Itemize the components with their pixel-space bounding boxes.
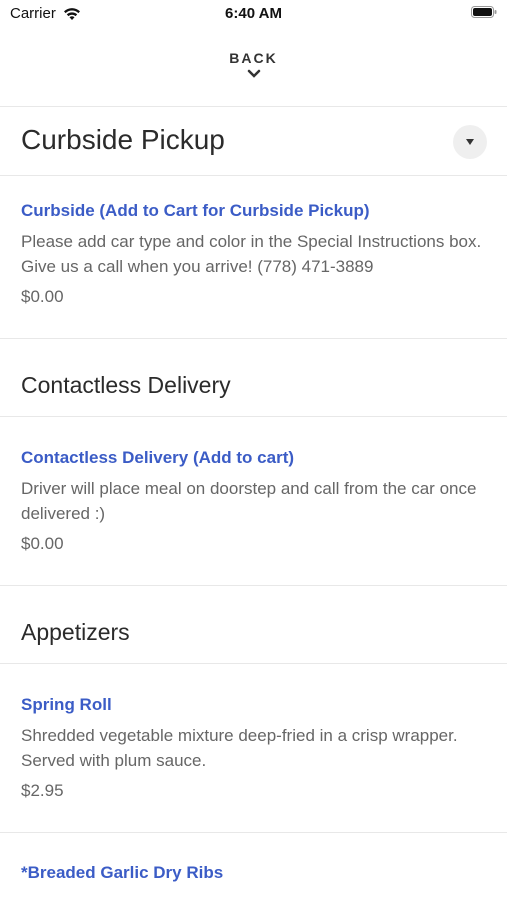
- menu-item[interactable]: Contactless Delivery (Add to cart) Drive…: [21, 448, 491, 554]
- divider: [0, 106, 507, 107]
- item-description: Shredded vegetable mixture deep-fried in…: [21, 726, 458, 770]
- divider: [0, 663, 507, 664]
- item-description: Driver will place meal on doorstep and c…: [21, 479, 477, 523]
- back-label: BACK: [229, 50, 278, 66]
- item-title-curbside[interactable]: Curbside (Add to Cart for Curbside Picku…: [21, 201, 491, 221]
- divider: [0, 416, 507, 417]
- divider: [0, 585, 507, 586]
- section-heading-appetizers: Appetizers: [21, 619, 130, 645]
- item-title-contactless[interactable]: Contactless Delivery (Add to cart): [21, 448, 491, 468]
- status-time: 6:40 AM: [225, 5, 282, 22]
- divider: [0, 175, 507, 176]
- status-bar: Carrier 6:40 AM: [0, 0, 507, 30]
- item-title-spring-roll[interactable]: Spring Roll: [21, 695, 491, 715]
- menu-item[interactable]: *Breaded Garlic Dry Ribs: [21, 863, 491, 883]
- battery-icon: [471, 6, 497, 18]
- divider: [0, 338, 507, 339]
- menu-item[interactable]: Curbside (Add to Cart for Curbside Picku…: [21, 201, 491, 307]
- back-button[interactable]: BACK: [0, 50, 507, 90]
- caret-down-icon: [466, 139, 474, 145]
- category-dropdown-button[interactable]: [453, 125, 487, 159]
- item-title-garlic-ribs[interactable]: *Breaded Garlic Dry Ribs: [21, 863, 491, 883]
- item-price: $2.95: [21, 781, 64, 800]
- section-heading-contactless: Contactless Delivery: [21, 372, 231, 398]
- menu-item[interactable]: Spring Roll Shredded vegetable mixture d…: [21, 695, 491, 801]
- item-price: $0.00: [21, 534, 64, 553]
- item-description: Please add car type and color in the Spe…: [21, 232, 482, 276]
- item-price: $0.00: [21, 287, 64, 306]
- chevron-down-icon: [247, 69, 260, 78]
- section-heading-curbside: Curbside Pickup: [21, 124, 225, 155]
- divider: [0, 832, 507, 833]
